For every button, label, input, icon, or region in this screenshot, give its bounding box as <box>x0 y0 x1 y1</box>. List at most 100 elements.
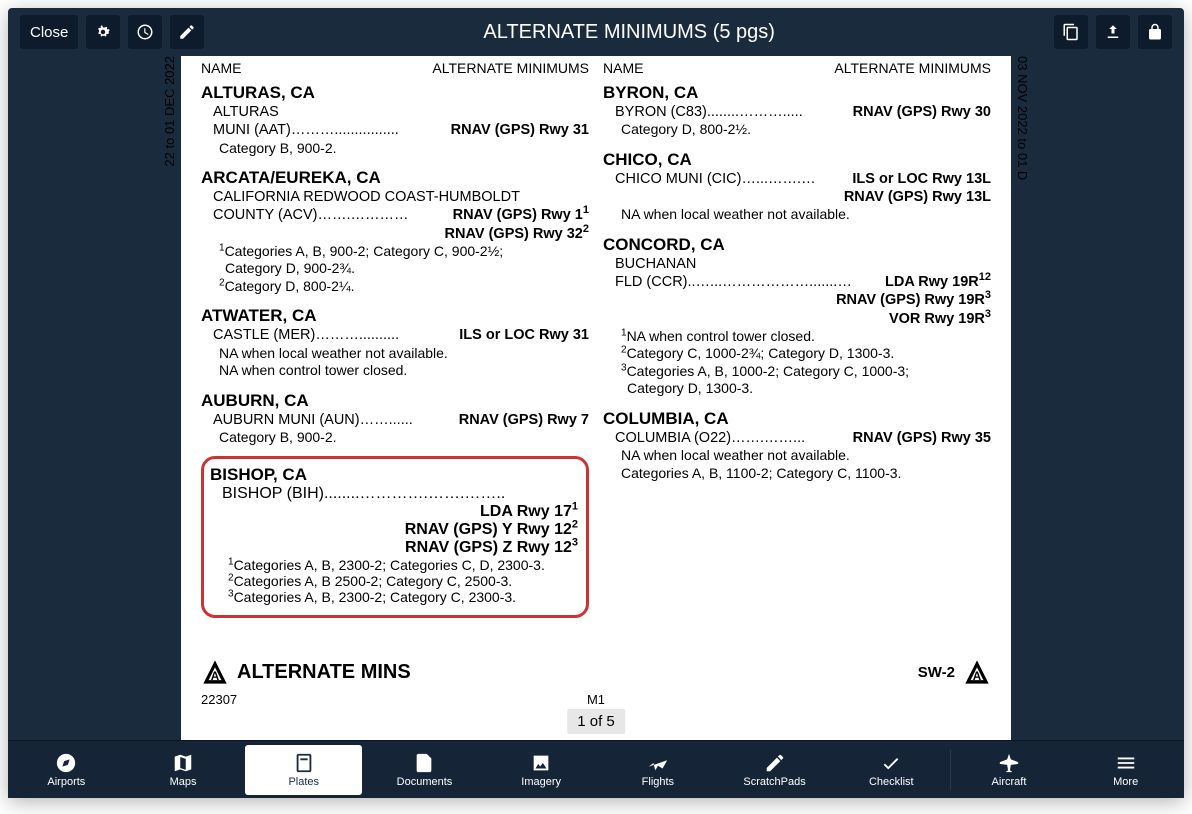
city-heading: BISHOP, CA <box>210 465 578 485</box>
minimums-note: 2Categories A, B 2500-2; Category C, 250… <box>210 573 578 589</box>
col-header-altmin: ALTERNATE MINIMUMS <box>834 60 991 76</box>
minimums-note: 3Categories A, B, 2300-2; Category C, 23… <box>210 589 578 605</box>
minimums-note: NA when local weather not available. <box>603 206 991 224</box>
nav-plates[interactable]: Plates <box>245 745 362 795</box>
runway-approach: RNAV (GPS) Rwy 30 <box>853 103 991 121</box>
city-heading: ATWATER, CA <box>201 305 589 326</box>
city-heading: COLUMBIA, CA <box>603 408 991 429</box>
minimums-note: NA when local weather not available. <box>603 447 991 465</box>
imagery-icon <box>530 752 552 774</box>
runway-approach: RNAV (GPS) Y Rwy 122 <box>210 521 578 539</box>
triangle-a-icon: A <box>963 658 991 686</box>
copy-button[interactable] <box>1054 15 1088 49</box>
share-button[interactable] <box>1096 15 1130 49</box>
runway-approach: RNAV (GPS) Rwy 7 <box>459 411 589 429</box>
lock-icon <box>1146 23 1164 41</box>
compass-icon <box>55 752 77 774</box>
runway-approach: VOR Rwy 19R3 <box>603 310 991 328</box>
minimums-note: 2Category D, 800-2¼. <box>201 278 589 296</box>
minimums-note: 1Categories A, B, 900-2; Category C, 900… <box>201 243 589 261</box>
minimums-note: Category D, 800-2½. <box>603 121 991 139</box>
minimums-note: Category B, 900-2. <box>201 429 589 447</box>
document-icon <box>413 752 435 774</box>
menu-icon <box>1115 752 1137 774</box>
col-header-name: NAME <box>201 60 241 76</box>
page-title: ALTERNATE MINIMUMS (5 pgs) <box>212 21 1046 44</box>
effective-date-left: 22 to 01 DEC 2022 <box>162 56 177 167</box>
runway-approach: RNAV (GPS) Rwy 13L <box>603 188 991 206</box>
pencil-icon <box>178 23 196 41</box>
airport-name: CALIFORNIA REDWOOD COAST-HUMBOLDT <box>201 188 589 206</box>
minimums-note: 1Categories A, B, 2300-2; Categories C, … <box>210 557 578 573</box>
gear-icon <box>94 23 112 41</box>
minimums-note: Categories A, B, 1100-2; Category C, 110… <box>603 465 991 483</box>
minimums-note: 2Category C, 1000-2¾; Category D, 1300-3… <box>603 345 991 363</box>
nav-checklist[interactable]: Checklist <box>833 741 950 798</box>
minimums-note: NA when local weather not available. <box>201 345 589 363</box>
nav-aircraft[interactable]: Aircraft <box>951 741 1068 798</box>
runway-approach: RNAV (GPS) Z Rwy 123 <box>210 539 578 557</box>
nav-imagery[interactable]: Imagery <box>483 741 600 798</box>
bottom-nav: Airports Maps Plates Documents Imagery F… <box>8 740 1184 798</box>
share-icon <box>1104 23 1122 41</box>
minimums-note: 3Categories A, B, 1000-2; Category C, 10… <box>603 363 991 381</box>
city-heading: AUBURN, CA <box>201 390 589 411</box>
col-header-altmin: ALTERNATE MINIMUMS <box>432 60 589 76</box>
minimums-note: 1NA when control tower closed. <box>603 328 991 346</box>
history-button[interactable] <box>128 15 162 49</box>
pencil-icon <box>764 752 786 774</box>
app-window: Close ALTERNATE MINIMUMS (5 pgs) <box>8 8 1184 798</box>
svg-text:A: A <box>973 671 982 684</box>
city-heading: CONCORD, CA <box>603 234 991 255</box>
nav-documents[interactable]: Documents <box>366 741 483 798</box>
aircraft-icon <box>998 752 1020 774</box>
nav-airports[interactable]: Airports <box>8 741 125 798</box>
nav-flights[interactable]: Flights <box>600 741 717 798</box>
doc-number: 22307 <box>201 692 237 707</box>
minimums-note: Category B, 900-2. <box>201 140 589 158</box>
page-code: M1 <box>587 692 605 707</box>
edit-button[interactable] <box>170 15 204 49</box>
document-page: 22 to 01 DEC 2022 03 NOV 2022 to 01 D NA… <box>181 56 1011 740</box>
runway-approach: RNAV (GPS) Rwy 322 <box>201 225 589 243</box>
runway-approach: RNAV (GPS) Rwy 19R3 <box>603 291 991 309</box>
city-heading: ALTURAS, CA <box>201 82 589 103</box>
settings-button[interactable] <box>86 15 120 49</box>
runway-approach: ILS or LOC Rwy 31 <box>459 326 589 344</box>
document-viewport[interactable]: 22 to 01 DEC 2022 03 NOV 2022 to 01 D NA… <box>8 56 1184 740</box>
runway-approach: ILS or LOC Rwy 13L <box>852 170 991 188</box>
page-indicator: 1 of 5 <box>567 709 625 734</box>
check-icon <box>880 752 902 774</box>
lock-button[interactable] <box>1138 15 1172 49</box>
copy-icon <box>1062 23 1080 41</box>
close-button[interactable]: Close <box>20 15 78 49</box>
airport-name: BUCHANAN <box>603 255 991 273</box>
minimums-note: NA when control tower closed. <box>201 362 589 380</box>
nav-more[interactable]: More <box>1067 741 1184 798</box>
runway-approach: RNAV (GPS) Rwy 35 <box>853 429 991 447</box>
minimums-note: Category D, 1300-3. <box>603 380 991 398</box>
effective-date-right: 03 NOV 2022 to 01 D <box>1015 56 1030 180</box>
clock-icon <box>136 23 154 41</box>
alternate-mins-label: ALTERNATE MINS <box>237 661 411 684</box>
nav-scratchpads[interactable]: ScratchPads <box>716 741 833 798</box>
nav-maps[interactable]: Maps <box>125 741 242 798</box>
minimums-note: Category D, 900-2¾. <box>201 260 589 278</box>
plate-icon <box>293 752 315 774</box>
runway-approach: RNAV (GPS) Rwy 11 <box>453 206 589 224</box>
city-heading: BYRON, CA <box>603 82 991 103</box>
runway-approach: RNAV (GPS) Rwy 31 <box>451 121 589 139</box>
runway-approach: LDA Rwy 19R12 <box>885 273 991 291</box>
highlighted-entry: BISHOP, CA BISHOP (BIH)........………….…….…… <box>201 456 589 618</box>
svg-text:A: A <box>211 671 220 684</box>
map-icon <box>172 752 194 774</box>
top-toolbar: Close ALTERNATE MINIMUMS (5 pgs) <box>8 8 1184 56</box>
city-heading: ARCATA/EUREKA, CA <box>201 167 589 188</box>
col-header-name: NAME <box>603 60 643 76</box>
flights-icon <box>647 752 669 774</box>
region-code: SW-2 <box>918 664 955 681</box>
triangle-a-icon: A <box>201 658 229 686</box>
airport-name: ALTURAS <box>201 103 589 121</box>
runway-approach: LDA Rwy 171 <box>480 503 578 521</box>
city-heading: CHICO, CA <box>603 149 991 170</box>
